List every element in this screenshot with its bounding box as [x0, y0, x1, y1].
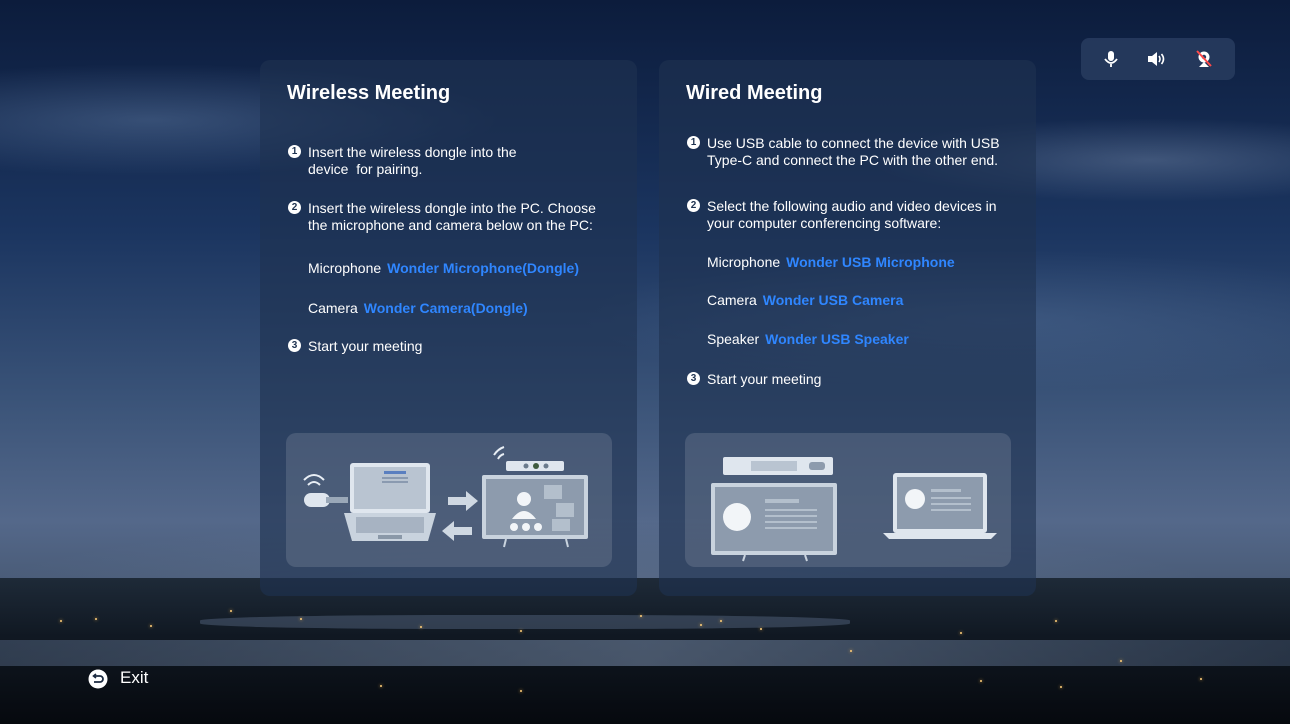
- step-text: Start your meeting: [707, 371, 822, 387]
- laptop-icon: [883, 473, 997, 539]
- step-number-badge: 1: [288, 145, 301, 158]
- step-text: Insert the wireless dongle into the devi…: [308, 144, 517, 177]
- laptop-icon: [344, 463, 436, 541]
- step-text: Insert the wireless dongle into the PC. …: [308, 200, 596, 233]
- device-label: Camera: [707, 292, 757, 308]
- return-icon: [88, 669, 108, 689]
- display-screen-icon: [482, 475, 588, 548]
- transfer-arrows-icon: [442, 491, 478, 541]
- step-text: Select the following audio and video dev…: [707, 198, 997, 231]
- step-number-badge: 3: [288, 339, 301, 352]
- wired-speaker-row: Speaker Wonder USB Speaker: [707, 331, 909, 347]
- wireless-setup-illustration: [303, 446, 588, 548]
- status-toolbar: [1081, 38, 1235, 80]
- wireless-microphone-row: Microphone Wonder Microphone(Dongle): [308, 260, 579, 276]
- wireless-meeting-title: Wireless Meeting: [287, 82, 451, 104]
- device-value: Wonder USB Microphone: [786, 254, 955, 270]
- wired-setup-illustration: [711, 457, 997, 562]
- speaker-volume-icon[interactable]: [1146, 49, 1166, 69]
- conference-device-icon: [723, 457, 833, 475]
- wired-meeting-title: Wired Meeting: [686, 82, 823, 104]
- device-label: Microphone: [707, 254, 781, 270]
- step-text: Start your meeting: [308, 338, 423, 354]
- wired-meeting-card: Wired Meeting 1 Use USB cable to connect…: [659, 60, 1036, 596]
- device-label: Microphone: [308, 260, 382, 276]
- wireless-illustration: [286, 433, 612, 567]
- device-value: Wonder USB Camera: [762, 292, 904, 308]
- wireless-camera-row: Camera Wonder Camera(Dongle): [308, 300, 528, 316]
- wired-microphone-row: Microphone Wonder USB Microphone: [707, 254, 955, 270]
- device-value: Wonder Microphone(Dongle): [387, 260, 579, 276]
- wired-camera-row: Camera Wonder USB Camera: [707, 292, 903, 308]
- microphone-icon[interactable]: [1101, 49, 1121, 69]
- device-value: Wonder Camera(Dongle): [363, 300, 528, 316]
- device-label: Camera: [308, 300, 358, 316]
- wireless-meeting-card: Wireless Meeting 1 Insert the wireless d…: [260, 60, 637, 596]
- step-number-badge: 2: [288, 201, 301, 214]
- step-number-badge: 2: [687, 199, 700, 212]
- camera-off-icon[interactable]: [1194, 49, 1214, 69]
- wired-illustration: [685, 433, 1011, 567]
- step-number-badge: 1: [687, 136, 700, 149]
- step-number-badge: 3: [687, 372, 700, 385]
- camera-bar-icon: [493, 446, 564, 471]
- background-town-lights: [0, 590, 1290, 700]
- step-text: Use USB cable to connect the device with…: [707, 135, 1000, 168]
- display-screen-icon: [711, 483, 837, 562]
- exit-label: Exit: [120, 668, 149, 687]
- dongle-icon: [303, 474, 348, 507]
- device-value: Wonder USB Speaker: [765, 331, 909, 347]
- device-label: Speaker: [707, 331, 760, 347]
